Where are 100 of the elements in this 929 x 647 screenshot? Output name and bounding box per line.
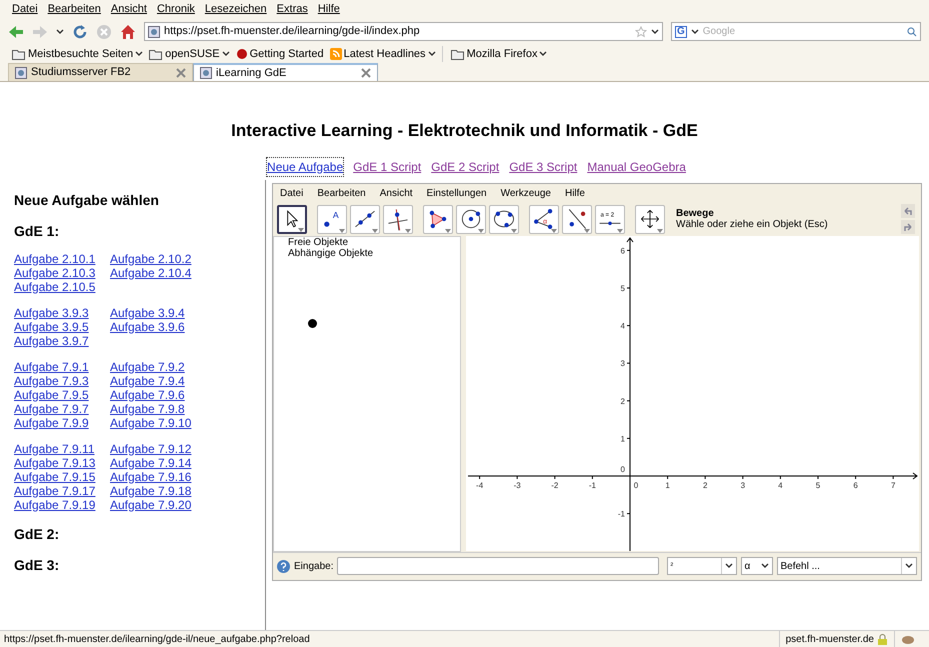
page-icon	[148, 26, 160, 38]
undo-icon[interactable]	[901, 204, 915, 218]
browser-tab[interactable]: iLearning GdE	[193, 63, 378, 81]
reload-icon[interactable]	[72, 24, 88, 40]
task-link[interactable]: Aufgabe 7.9.15	[14, 470, 96, 484]
task-link[interactable]: Aufgabe 3.9.4	[110, 306, 185, 320]
object-group[interactable]: Freie Objekte	[288, 236, 460, 248]
menu-item[interactable]: Chronik	[156, 0, 195, 18]
help-icon[interactable]	[277, 560, 290, 572]
task-link[interactable]: Aufgabe 7.9.13	[14, 456, 96, 470]
task-link[interactable]: Aufgabe 7.9.10	[110, 416, 192, 430]
tick-label: 6	[620, 246, 625, 255]
menu-item[interactable]: Bearbeiten	[48, 0, 101, 18]
command-dropdown[interactable]: Befehl ...	[777, 557, 917, 575]
browser-tab[interactable]: Studiumsserver FB2	[8, 63, 193, 81]
bookmark-item[interactable]: Latest Headlines	[330, 46, 436, 62]
section-heading: GdE 3:	[14, 556, 60, 574]
status-url: https://pset.fh-muenster.de/ilearning/gde-il/neue_aufgabe.php?reload	[3, 632, 311, 646]
nav-link[interactable]: GdE 3 Script	[509, 158, 578, 176]
close-icon[interactable]	[176, 68, 186, 78]
menu-item[interactable]: Hilfe	[318, 0, 340, 18]
bookmark-item[interactable]: Mozilla Firefox	[442, 46, 548, 62]
task-link[interactable]: Aufgabe 7.9.1	[14, 360, 89, 374]
task-link[interactable]: Aufgabe 2.10.2	[110, 252, 192, 266]
task-link[interactable]: Aufgabe 2.10.3	[14, 266, 96, 280]
task-link[interactable]: Aufgabe 7.9.5	[14, 388, 89, 402]
task-link[interactable]: Aufgabe 7.9.7	[14, 402, 89, 416]
bookmark-item[interactable]: Getting Started	[236, 46, 324, 62]
task-link[interactable]: Aufgabe 3.9.5	[14, 320, 89, 334]
tool-button[interactable]	[489, 204, 519, 234]
chevron-icon	[761, 563, 770, 569]
task-link[interactable]: Aufgabe 7.9.19	[14, 498, 96, 512]
redo-icon[interactable]	[901, 220, 915, 234]
task-link[interactable]: Aufgabe 7.9.8	[110, 402, 185, 416]
task-link[interactable]: Aufgabe 2.10.1	[14, 252, 96, 266]
dropdown-icon	[651, 28, 659, 34]
menu-item[interactable]: Extras	[276, 0, 308, 18]
close-icon[interactable]	[361, 68, 371, 78]
graphics-view[interactable]: -4 -3 -2 -1 0 1 2 3 4 5 6 7 6 5 4 3 2 1 0 -1	[466, 236, 919, 550]
bookmark-item[interactable]: openSUSE	[149, 46, 230, 62]
tool-menu-arrow	[551, 228, 557, 232]
tab-title: Studiumsserver FB2	[31, 65, 132, 80]
tool-button[interactable]	[562, 204, 592, 234]
task-link[interactable]: Aufgabe 7.9.16	[110, 470, 192, 484]
search-icon[interactable]	[907, 26, 917, 36]
menu-item[interactable]: Hilfe	[564, 186, 585, 200]
chevron-icon	[539, 51, 548, 57]
menu-item[interactable]: Einstellungen	[426, 186, 487, 200]
menu-item[interactable]: Datei	[280, 186, 304, 200]
nav-link[interactable]: GdE 2 Script	[431, 158, 500, 176]
tool-button[interactable]	[635, 204, 665, 234]
object-group[interactable]: Abhängige Objekte	[288, 248, 460, 258]
menu-item[interactable]: Lesezeichen	[204, 0, 267, 18]
tool-button[interactable]	[423, 204, 453, 234]
menu-item[interactable]: Datei	[12, 0, 38, 18]
search-engine-icon[interactable]: G	[675, 26, 687, 38]
task-link[interactable]: Aufgabe 7.9.2	[110, 360, 185, 374]
task-link[interactable]: Aufgabe 7.9.11	[14, 442, 95, 456]
task-link[interactable]: Aufgabe 2.10.5	[14, 280, 96, 294]
chevron-icon	[135, 51, 144, 57]
input-field[interactable]	[337, 557, 660, 575]
task-link[interactable]: Aufgabe 7.9.20	[110, 498, 192, 512]
nav-link[interactable]: Manual GeoGebra	[587, 158, 686, 176]
task-link[interactable]: Aufgabe 7.9.4	[110, 374, 185, 388]
menu-item[interactable]: Ansicht	[380, 186, 413, 200]
input-label: Eingabe:	[294, 560, 334, 574]
tool-menu-arrow	[478, 228, 484, 232]
task-link[interactable]: Aufgabe 7.9.14	[110, 456, 192, 470]
menu-item[interactable]: Bearbeiten	[317, 186, 366, 200]
task-link[interactable]: Aufgabe 7.9.3	[14, 374, 89, 388]
back-arrow-icon[interactable]	[8, 24, 24, 38]
task-link[interactable]: Aufgabe 3.9.3	[14, 306, 89, 320]
menu-item[interactable]: Ansicht	[110, 0, 147, 18]
tick-label: 2	[702, 480, 708, 490]
tool-help: Wähle oder ziehe ein Objekt (Esc)	[676, 219, 829, 230]
task-link[interactable]: Aufgabe 2.10.4	[110, 266, 192, 280]
tool-button[interactable]	[277, 204, 307, 234]
folder-icon	[450, 48, 465, 60]
nav-link[interactable]: GdE 1 Script	[353, 158, 422, 176]
task-link[interactable]: Aufgabe 7.9.12	[110, 442, 192, 456]
greek-dropdown[interactable]: α	[741, 557, 774, 575]
dropdown-value: α	[743, 560, 752, 574]
star-icon[interactable]	[635, 26, 647, 38]
task-link[interactable]: Aufgabe 7.9.17	[14, 484, 96, 498]
menu-item[interactable]: Werkzeuge	[500, 186, 551, 200]
bookmark-item[interactable]: Meistbesuchte Seiten	[12, 46, 144, 62]
home-icon[interactable]	[120, 24, 136, 40]
nav-link[interactable]: Neue Aufgabe	[267, 158, 344, 176]
tool-button[interactable]	[383, 204, 413, 234]
symbol-dropdown[interactable]: ²	[667, 557, 738, 575]
task-link[interactable]: Aufgabe 3.9.6	[110, 320, 185, 334]
task-link[interactable]: Aufgabe 3.9.7	[14, 334, 89, 348]
tool-button[interactable]	[350, 204, 380, 234]
tool-button[interactable]	[456, 204, 486, 234]
search-field[interactable]: G Google	[671, 22, 921, 41]
task-link[interactable]: Aufgabe 7.9.6	[110, 388, 185, 402]
task-link[interactable]: Aufgabe 7.9.9	[14, 416, 89, 430]
tool-menu-arrow	[511, 228, 517, 232]
address-field[interactable]: https://pset.fh-muenster.de/ilearning/gde-il/index.php	[144, 22, 663, 41]
task-link[interactable]: Aufgabe 7.9.18	[110, 484, 192, 498]
